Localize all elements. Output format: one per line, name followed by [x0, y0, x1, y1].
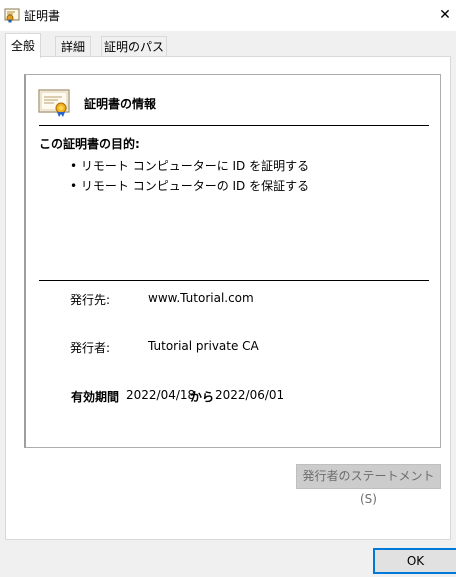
certificate-info-title: 証明書の情報	[84, 97, 157, 111]
issued-by-label: 発行者:	[70, 341, 111, 355]
certificate-icon	[4, 8, 20, 23]
tab-certification-path[interactable]: 証明のパス	[101, 36, 167, 57]
issuer-statement-button[interactable]: 発行者のステートメント(S)	[296, 464, 441, 506]
divider	[39, 280, 429, 281]
purpose-heading: この証明書の目的:	[39, 137, 140, 151]
valid-from-value: 2022/04/18	[126, 388, 196, 402]
divider	[39, 125, 429, 126]
tab-details[interactable]: 詳細	[55, 36, 91, 57]
issued-to-value: www.Tutorial.com	[148, 291, 254, 305]
issued-by-value: Tutorial private CA	[148, 339, 259, 353]
window-title: 証明書	[24, 9, 61, 23]
tab-general[interactable]: 全般	[5, 33, 41, 58]
ok-button[interactable]: OK	[373, 548, 456, 574]
issued-to-label: 発行先:	[70, 293, 111, 307]
title-bar: 証明書 ✕	[0, 0, 456, 31]
purpose-item: • リモート コンピューターに ID を証明する	[70, 159, 310, 173]
certificate-info-box: 証明書の情報 この証明書の目的: • リモート コンピューターに ID を証明す…	[24, 74, 441, 448]
general-tab-panel: 証明書の情報 この証明書の目的: • リモート コンピューターに ID を証明す…	[5, 56, 451, 540]
certificate-icon	[38, 89, 70, 117]
valid-to-value: 2022/06/01	[215, 388, 285, 402]
close-icon[interactable]: ✕	[434, 2, 456, 28]
purpose-item: • リモート コンピューターの ID を保証する	[70, 179, 310, 193]
validity-label: 有効期間	[71, 390, 120, 404]
from-label: から	[190, 390, 215, 404]
